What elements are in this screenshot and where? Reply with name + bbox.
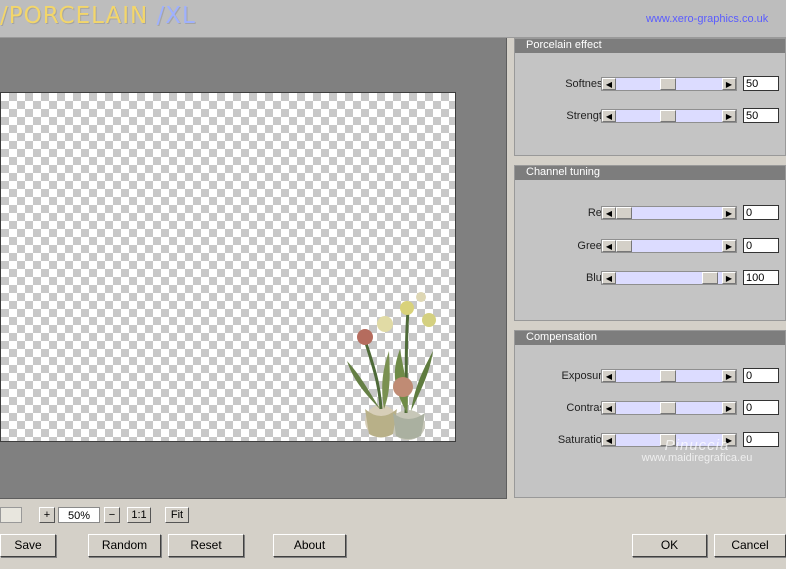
saturation-row: Saturation ◀ ▶ 0 bbox=[515, 432, 785, 449]
green-value-input[interactable]: 0 bbox=[743, 238, 779, 253]
contrast-value-input[interactable]: 0 bbox=[743, 400, 779, 415]
panel-title: Channel tuning bbox=[515, 166, 785, 180]
preview-canvas bbox=[0, 92, 456, 442]
softness-row: Softness ◀ ▶ 50 bbox=[515, 76, 785, 93]
softness-value-input[interactable]: 50 bbox=[743, 76, 779, 91]
fit-button[interactable]: Fit bbox=[165, 507, 189, 523]
slider-thumb[interactable] bbox=[616, 207, 632, 219]
ok-button[interactable]: OK bbox=[632, 534, 707, 557]
slider-thumb[interactable] bbox=[660, 110, 676, 122]
left-arrow-icon[interactable]: ◀ bbox=[602, 240, 616, 252]
softness-slider[interactable]: ◀ ▶ bbox=[601, 77, 737, 91]
panel-title: Compensation bbox=[515, 331, 785, 345]
left-arrow-icon[interactable]: ◀ bbox=[602, 370, 616, 382]
slider-thumb[interactable] bbox=[702, 272, 718, 284]
left-arrow-icon[interactable]: ◀ bbox=[602, 272, 616, 284]
exposure-row: Exposure ◀ ▶ 0 bbox=[515, 368, 785, 385]
right-arrow-icon[interactable]: ▶ bbox=[722, 370, 736, 382]
blue-value-input[interactable]: 100 bbox=[743, 270, 779, 285]
slider-thumb[interactable] bbox=[616, 240, 632, 252]
green-slider[interactable]: ◀ ▶ bbox=[601, 239, 737, 253]
right-arrow-icon[interactable]: ▶ bbox=[722, 434, 736, 446]
slider-thumb[interactable] bbox=[660, 370, 676, 382]
red-row: Red ◀ ▶ 0 bbox=[515, 205, 785, 222]
zoom-out-button[interactable]: − bbox=[104, 507, 120, 523]
red-value-input[interactable]: 0 bbox=[743, 205, 779, 220]
exposure-slider[interactable]: ◀ ▶ bbox=[601, 369, 737, 383]
panel-title: Porcelain effect bbox=[515, 39, 785, 53]
left-arrow-icon[interactable]: ◀ bbox=[602, 78, 616, 90]
right-arrow-icon[interactable]: ▶ bbox=[722, 110, 736, 122]
preview-area bbox=[0, 38, 507, 499]
green-row: Green ◀ ▶ 0 bbox=[515, 238, 785, 255]
slider-thumb[interactable] bbox=[660, 402, 676, 414]
strength-value-input[interactable]: 50 bbox=[743, 108, 779, 123]
channel-tuning-panel: Channel tuning Red ◀ ▶ 0 Green ◀ ▶ 0 Blu… bbox=[514, 165, 786, 321]
zoom-value[interactable]: 50% bbox=[58, 507, 100, 523]
right-arrow-icon[interactable]: ▶ bbox=[722, 402, 736, 414]
left-arrow-icon[interactable]: ◀ bbox=[602, 402, 616, 414]
left-arrow-icon[interactable]: ◀ bbox=[602, 434, 616, 446]
strength-row: Strength ◀ ▶ 50 bbox=[515, 108, 785, 125]
cancel-button[interactable]: Cancel bbox=[714, 534, 786, 557]
left-arrow-icon[interactable]: ◀ bbox=[602, 207, 616, 219]
saturation-slider[interactable]: ◀ ▶ bbox=[601, 433, 737, 447]
slider-thumb[interactable] bbox=[660, 434, 676, 446]
logo-text: /PORCELAIN bbox=[0, 3, 149, 29]
about-button[interactable]: About bbox=[273, 534, 346, 557]
right-arrow-icon[interactable]: ▶ bbox=[722, 240, 736, 252]
strength-slider[interactable]: ◀ ▶ bbox=[601, 109, 737, 123]
plant-image bbox=[347, 292, 436, 440]
compensation-panel: Compensation Exposure ◀ ▶ 0 Contrast ◀ ▶… bbox=[514, 330, 786, 498]
header-banner: /PORCELAIN /XL www.xero-graphics.co.uk bbox=[0, 0, 786, 38]
zoom-input-stub[interactable] bbox=[0, 507, 22, 523]
save-button[interactable]: Save bbox=[0, 534, 56, 557]
red-slider[interactable]: ◀ ▶ bbox=[601, 206, 737, 220]
exposure-value-input[interactable]: 0 bbox=[743, 368, 779, 383]
site-link[interactable]: www.xero-graphics.co.uk bbox=[646, 13, 768, 25]
right-arrow-icon[interactable]: ▶ bbox=[722, 78, 736, 90]
contrast-row: Contrast ◀ ▶ 0 bbox=[515, 400, 785, 417]
porcelain-effect-panel: Porcelain effect Softness ◀ ▶ 50 Strengt… bbox=[514, 38, 786, 156]
left-arrow-icon[interactable]: ◀ bbox=[602, 110, 616, 122]
right-arrow-icon[interactable]: ▶ bbox=[722, 272, 736, 284]
slider-thumb[interactable] bbox=[660, 78, 676, 90]
contrast-slider[interactable]: ◀ ▶ bbox=[601, 401, 737, 415]
zoom-toolbar: + 50% − 1:1 Fit bbox=[0, 506, 230, 524]
porcelain-logo: /PORCELAIN /XL bbox=[0, 3, 196, 29]
logo-suffix: /XL bbox=[156, 3, 196, 29]
saturation-value-input[interactable]: 0 bbox=[743, 432, 779, 447]
blue-slider[interactable]: ◀ ▶ bbox=[601, 271, 737, 285]
reset-button[interactable]: Reset bbox=[168, 534, 244, 557]
actual-size-button[interactable]: 1:1 bbox=[127, 507, 151, 523]
right-arrow-icon[interactable]: ▶ bbox=[722, 207, 736, 219]
zoom-in-button[interactable]: + bbox=[39, 507, 55, 523]
blue-row: Blue ◀ ▶ 100 bbox=[515, 270, 785, 287]
random-button[interactable]: Random bbox=[88, 534, 161, 557]
